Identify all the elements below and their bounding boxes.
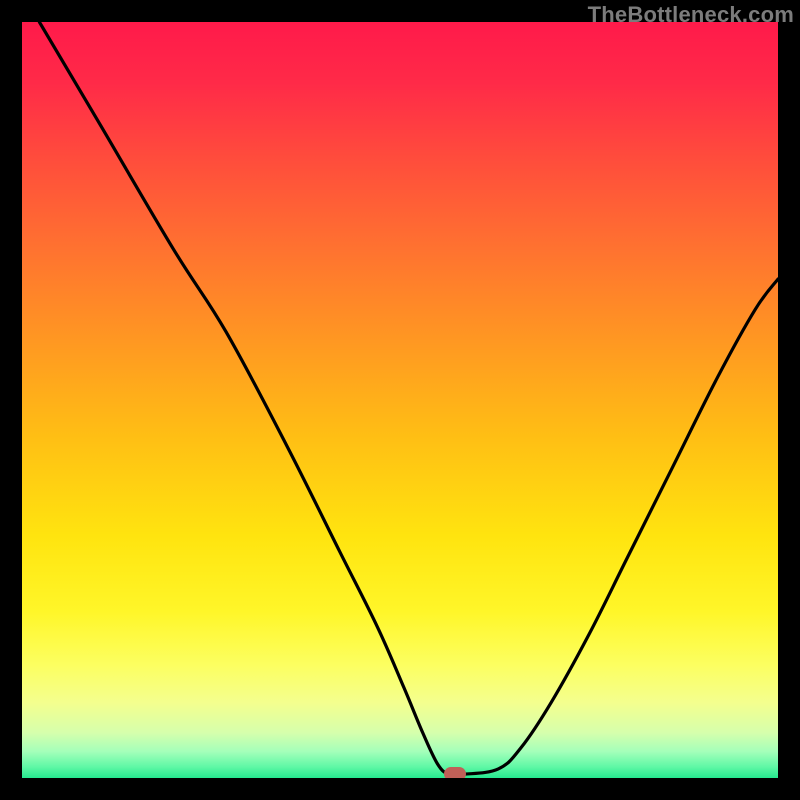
curve-layer bbox=[22, 22, 778, 778]
bottleneck-curve bbox=[39, 22, 778, 775]
chart-frame bbox=[22, 22, 778, 778]
plot-area bbox=[22, 22, 778, 778]
optimal-marker bbox=[444, 767, 466, 778]
watermark-text: TheBottleneck.com bbox=[588, 2, 794, 28]
